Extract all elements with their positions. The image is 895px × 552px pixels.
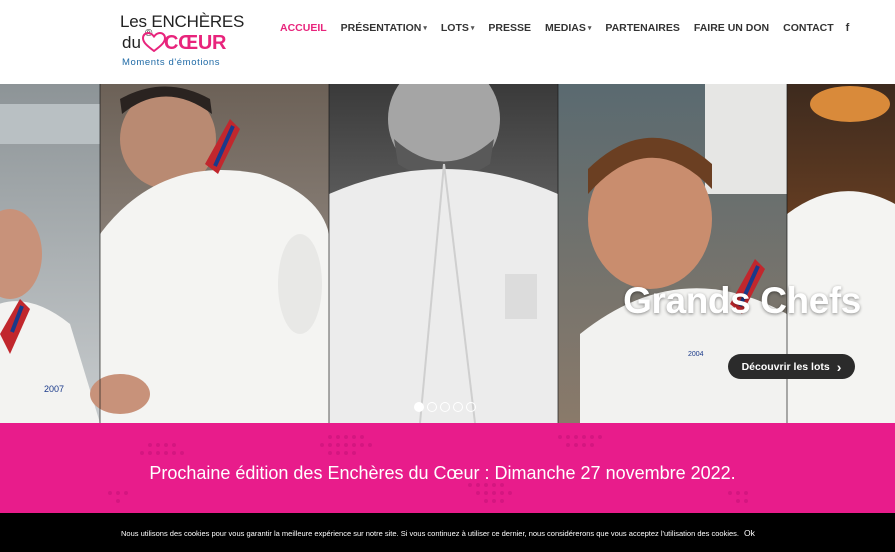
nav-presentation[interactable]: PRÉSENTATION ▾ [341,22,427,34]
nav-label: FAIRE UN DON [693,22,770,34]
nav-label: LOTS [440,22,469,34]
cookie-message: Nous utilisons des cookies pour vous gar… [121,529,740,538]
nav-label: ACCUEIL [280,22,327,34]
slider-dot-3[interactable] [440,402,450,412]
nav-accueil[interactable]: ACCUEIL [280,22,327,34]
chevron-down-icon: ▾ [423,25,427,32]
cookie-ok-button[interactable]: Ok [744,528,755,538]
nav-label: PRÉSENTATION [340,22,422,34]
discover-lots-label: Découvrir les lots [741,360,830,373]
discover-lots-button[interactable]: Découvrir les lots › [728,354,855,379]
logo-du: du [122,33,141,52]
nav-label: MEDIAS [545,22,586,34]
hero-slider[interactable]: 2007 2004 Grands Chefs Découvrir les lot… [0,84,895,423]
slider-pagination [414,402,476,412]
heart-icon [142,32,166,52]
nav-label: PRESSE [488,22,532,34]
site-header: Les ENCHÈRES du ® CŒUR Moments d'émotion… [0,0,895,84]
facebook-icon[interactable]: f [846,22,850,34]
site-logo[interactable]: Les ENCHÈRES du ® CŒUR Moments d'émotion… [120,12,244,70]
logo-tagline: Moments d'émotions [122,57,221,68]
slider-dot-4[interactable] [453,402,463,412]
chevron-down-icon: ▾ [587,25,592,32]
nav-presse[interactable]: PRESSE [488,22,531,34]
chevron-right-icon: › [836,358,842,375]
announcement-band: Prochaine édition des Enchères du Cœur :… [0,423,895,513]
jacket-badge-2007: 2007 [44,384,64,394]
nav-label: CONTACT [783,22,834,34]
page: Les ENCHÈRES du ® CŒUR Moments d'émotion… [0,0,895,552]
slider-dot-5[interactable] [466,402,476,412]
jacket-badge-2004: 2004 [688,351,704,358]
nav-label: PARTENAIRES [605,22,680,34]
nav-medias[interactable]: MEDIAS ▾ [545,22,591,34]
slider-dot-2[interactable] [427,402,437,412]
slider-dot-1[interactable] [414,402,424,412]
nav-faire-un-don[interactable]: FAIRE UN DON [694,22,769,34]
next-edition-announcement: Prochaine édition des Enchères du Cœur :… [149,463,736,483]
main-nav: ACCUEIL PRÉSENTATION ▾ LOTS ▾ PRESSE MEDIA… [280,0,863,56]
nav-partenaires[interactable]: PARTENAIRES [605,22,679,34]
hero-title: Grands Chefs [623,280,861,321]
cookie-consent-bar: Nous utilisons des cookies pour vous gar… [0,513,895,552]
logo-line-1: Les ENCHÈRES [120,12,245,31]
nav-lots[interactable]: LOTS ▾ [441,22,475,34]
chevron-down-icon: ▾ [470,25,475,32]
nav-contact[interactable]: CONTACT [783,22,834,34]
logo-coeur: CŒUR [164,32,227,54]
